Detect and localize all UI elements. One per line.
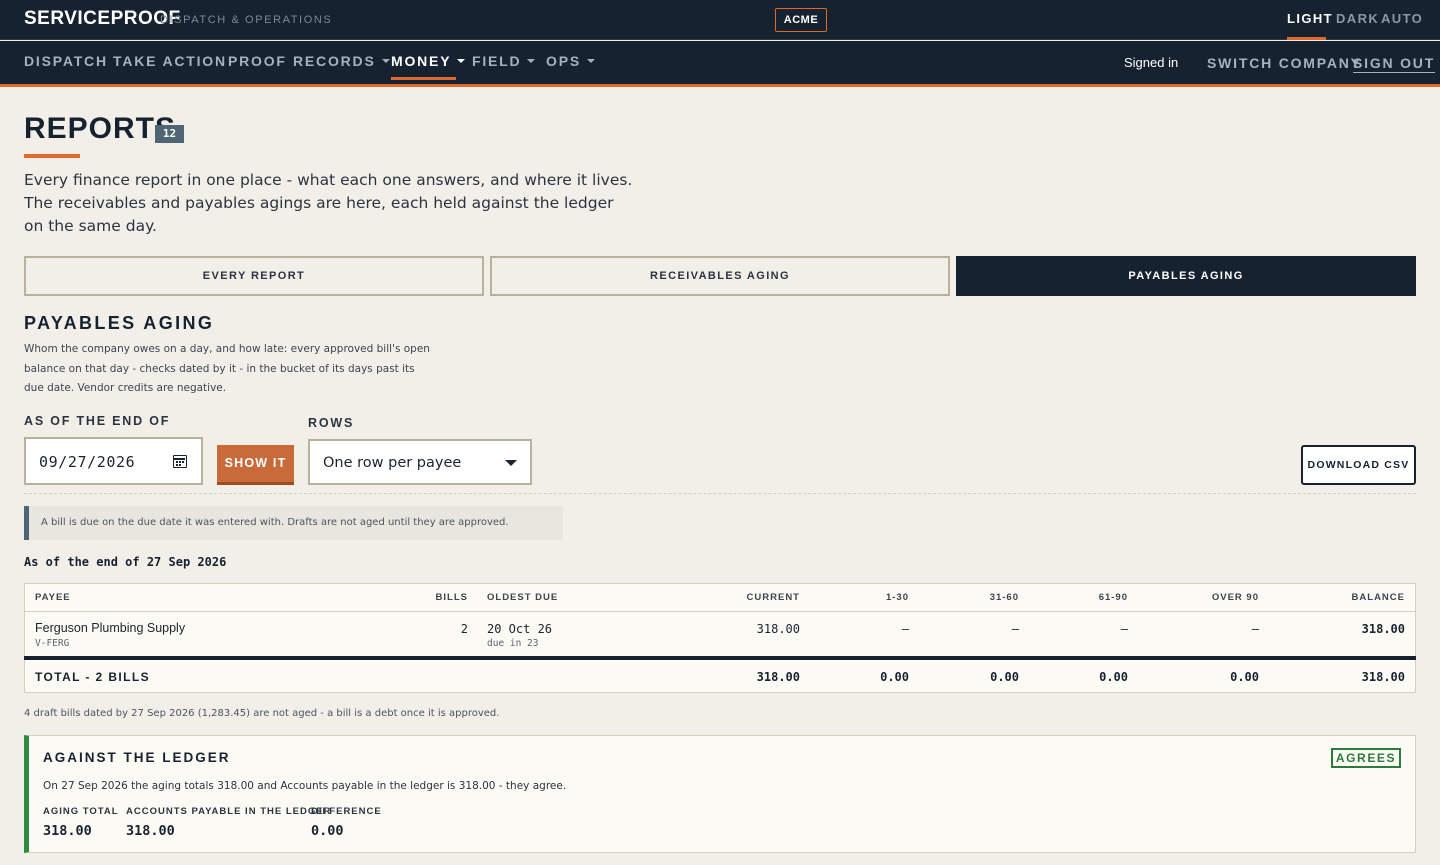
signed-in-label: Signed in (1124, 55, 1179, 70)
theme-dark[interactable]: DARK (1336, 11, 1379, 26)
chevron-down-icon (457, 59, 466, 63)
col-header-over-90[interactable]: OVER 90 (1212, 592, 1259, 603)
rows-label: ROWS (308, 416, 355, 430)
bucket-1-30: — (901, 622, 909, 636)
header-divider (25, 611, 1415, 612)
total-61-90: 0.00 (1099, 670, 1128, 684)
nav-money[interactable]: MONEY (391, 53, 466, 69)
total-divider (24, 656, 1416, 660)
as-of-date-input[interactable]: 09/27/2026 (24, 437, 203, 485)
total-balance: 318.00 (1361, 670, 1405, 684)
company-badge[interactable]: ACME (775, 8, 827, 32)
brand-tagline: DISPATCH & OPERATIONS (160, 14, 333, 26)
col-header-current[interactable]: CURRENT (747, 592, 800, 603)
rows-select-value: One row per payee (323, 455, 462, 471)
ledger-summary: On 27 Sep 2026 the aging totals 318.00 a… (43, 780, 567, 792)
bills-count: 2 (460, 622, 468, 636)
bucket-31-60: — (1011, 622, 1019, 636)
switch-company-link[interactable]: SWITCH COMPANY (1207, 55, 1362, 71)
difference-label: DIFFERENCE (311, 806, 382, 817)
total-current: 318.00 (756, 670, 800, 684)
calendar-icon[interactable] (173, 455, 187, 468)
nav-ops[interactable]: OPS (546, 53, 595, 69)
bucket-61-90: — (1120, 622, 1128, 636)
col-header-31-60[interactable]: 31-60 (990, 592, 1019, 603)
col-header-61-90[interactable]: 61-90 (1099, 592, 1128, 603)
difference-value: 0.00 (311, 823, 344, 839)
nav-accent-line (0, 84, 1440, 87)
total-label: TOTAL - 2 BILLS (35, 670, 151, 684)
nav-field[interactable]: FIELD (472, 53, 536, 69)
main-nav: DISPATCH TAKE ACTION PROOF RECORDS MONEY… (0, 41, 1440, 84)
aging-total-value: 318.00 (43, 823, 92, 839)
theme-auto[interactable]: AUTO (1381, 11, 1423, 26)
tab-every-report[interactable]: EVERY REPORT (24, 256, 484, 296)
show-it-button[interactable]: SHOW IT (217, 445, 294, 485)
ledger-title: AGAINST THE LEDGER (43, 750, 231, 765)
top-bar: SERVICEPROOF DISPATCH & OPERATIONS ACME … (0, 0, 1440, 40)
bucket-over-90: — (1251, 622, 1259, 636)
col-header-balance[interactable]: BALANCE (1352, 592, 1405, 603)
col-header-payee[interactable]: PAYEE (35, 592, 71, 603)
report-count-badge: 12 (155, 125, 184, 143)
payee-code: V-FERG (35, 638, 70, 649)
page-title: REPORTS (24, 112, 177, 145)
brand-logo[interactable]: SERVICEPROOF (24, 8, 181, 30)
nav-records[interactable]: RECORDS (293, 53, 390, 69)
total-over-90: 0.00 (1230, 670, 1259, 684)
total-1-30: 0.00 (880, 670, 909, 684)
nav-proof[interactable]: PROOF (228, 53, 287, 69)
chevron-down-icon (381, 59, 390, 63)
section-title: PAYABLES AGING (24, 313, 215, 333)
oldest-due-date: 20 Oct 26 (487, 622, 553, 636)
status-badge: AGREES (1331, 748, 1401, 768)
nav-take-action[interactable]: TAKE ACTION (113, 53, 227, 69)
download-csv-button[interactable]: DOWNLOAD CSV (1301, 445, 1416, 485)
section-description: Whom the company owes on a day, and how … (24, 343, 430, 394)
rows-select[interactable]: One row per payee (308, 439, 532, 485)
draft-bills-note: 4 draft bills dated by 27 Sep 2026 (1,28… (24, 708, 500, 719)
col-header-1-30[interactable]: 1-30 (886, 592, 909, 603)
sign-out-link[interactable]: SIGN OUT (1353, 55, 1435, 71)
title-underline (24, 154, 80, 158)
due-in-days: due in 23 (487, 638, 539, 649)
col-header-oldest-due[interactable]: OLDEST DUE (487, 592, 558, 603)
nav-dispatch[interactable]: DISPATCH (24, 53, 108, 69)
ledger-check-panel: AGAINST THE LEDGER AGREES On 27 Sep 2026… (24, 735, 1416, 853)
payables-aging-table: PAYEE BILLS OLDEST DUE CURRENT 1-30 31-6… (24, 583, 1416, 693)
date-value: 09/27/2026 (39, 453, 136, 471)
nav-active-indicator (391, 77, 456, 80)
page-intro: Every finance report in one place - what… (24, 171, 633, 235)
info-note: A bill is due on the due date it was ent… (24, 506, 563, 540)
payee-name-link[interactable]: Ferguson Plumbing Supply (35, 621, 185, 635)
divider (24, 493, 1416, 494)
dropdown-arrow-icon (505, 460, 517, 466)
balance-amount: 318.00 (1361, 622, 1405, 636)
col-header-bills[interactable]: BILLS (436, 592, 468, 603)
current-amount: 318.00 (756, 622, 800, 636)
accounts-payable-value: 318.00 (126, 823, 175, 839)
chevron-down-icon (586, 59, 595, 63)
accounts-payable-label: ACCOUNTS PAYABLE IN THE LEDGER (126, 806, 332, 817)
theme-active-indicator (1287, 37, 1326, 40)
theme-light[interactable]: LIGHT (1287, 11, 1333, 26)
as-of-heading: As of the end of 27 Sep 2026 (24, 555, 227, 569)
tab-payables-aging[interactable]: PAYABLES AGING (956, 256, 1416, 296)
total-31-60: 0.00 (990, 670, 1019, 684)
date-label: AS OF THE END OF (24, 414, 171, 428)
aging-total-label: AGING TOTAL (43, 806, 119, 817)
tab-receivables-aging[interactable]: RECEIVABLES AGING (490, 256, 950, 296)
chevron-down-icon (527, 59, 536, 63)
